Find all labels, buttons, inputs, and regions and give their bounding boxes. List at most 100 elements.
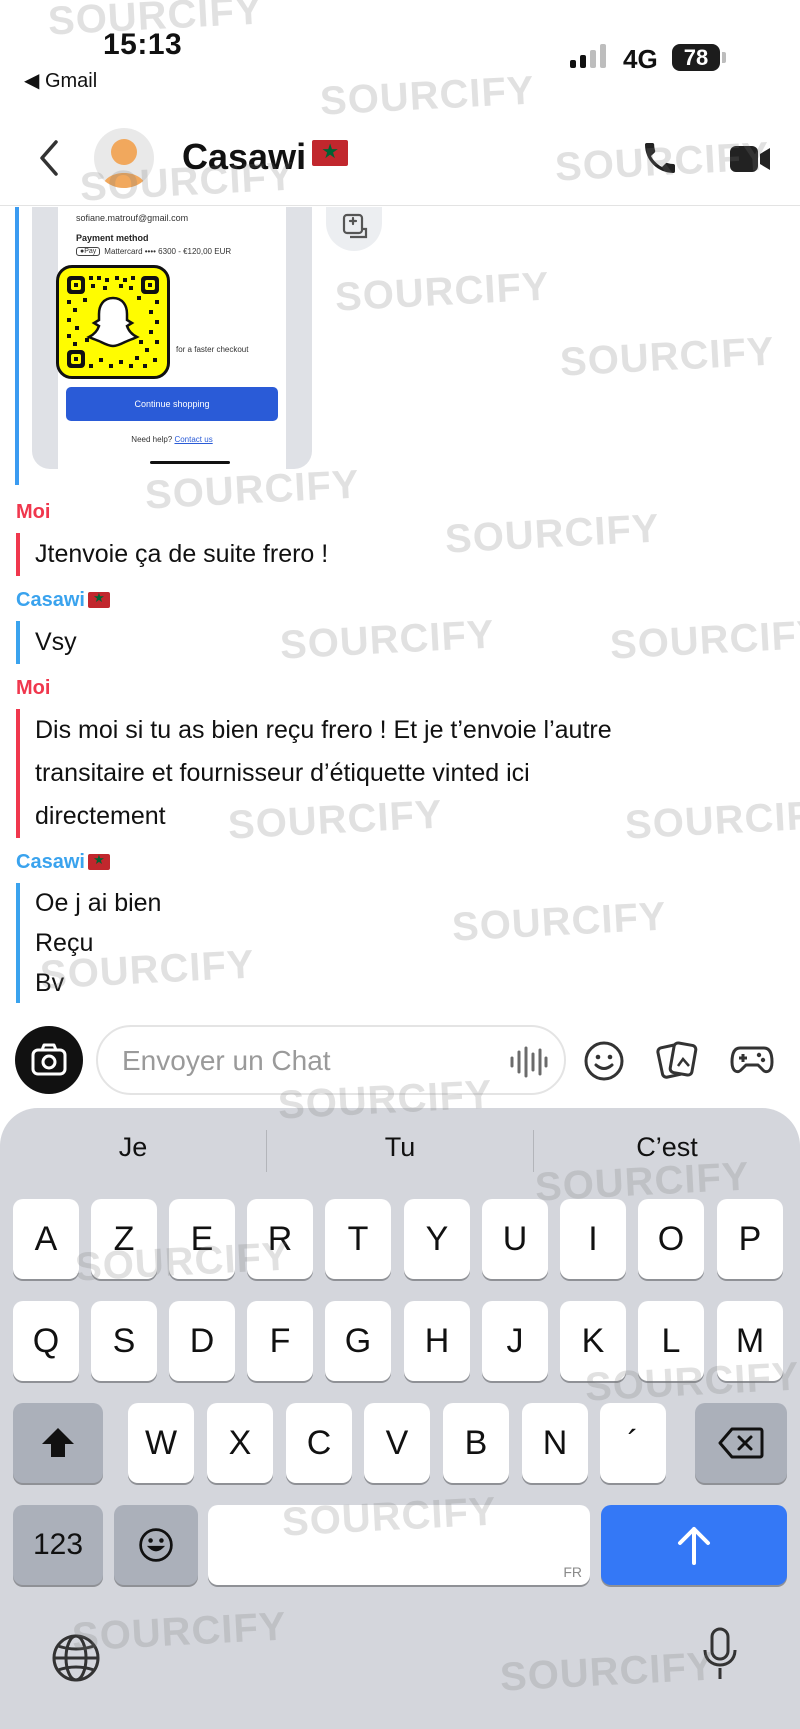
sender-label-them: Casawi (16, 589, 110, 612)
key-z[interactable]: Z (91, 1199, 157, 1279)
message-bubble[interactable]: Dis moi si tu as bien reçu frero ! Et je… (16, 709, 756, 838)
send-key[interactable] (601, 1505, 787, 1585)
morocco-flag-icon (87, 590, 110, 608)
message-bubble[interactable]: Oe j ai bien Reçu Bv (16, 883, 756, 1003)
message-text: Dis moi si tu as bien reçu frero ! Et je… (35, 716, 612, 744)
avatar[interactable] (94, 128, 154, 188)
key-g[interactable]: G (325, 1301, 391, 1381)
key-h[interactable]: H (404, 1301, 470, 1381)
message-bubble[interactable]: Jtenvoie ça de suite frero ! (16, 533, 756, 576)
key-b[interactable]: B (443, 1403, 509, 1483)
back-to-gmail-link[interactable]: ◀ Gmail (24, 68, 97, 93)
message-text: Vsy (35, 628, 77, 656)
sender-label-them: Casawi (16, 851, 110, 874)
language-indicator: FR (563, 1564, 582, 1580)
sender-name: Casawi (16, 589, 85, 611)
status-bar: 15:13 ◀ Gmail 4G 78 (0, 0, 800, 110)
key-u[interactable]: U (482, 1199, 548, 1279)
key-i[interactable]: I (560, 1199, 626, 1279)
key-t[interactable]: T (325, 1199, 391, 1279)
emoji-icon[interactable] (583, 1040, 625, 1082)
backspace-icon (718, 1427, 764, 1459)
contact-name-text: Casawi (182, 136, 307, 177)
battery-tip (722, 52, 726, 63)
screenshot-continue-button: Continue shopping (66, 387, 278, 421)
key-e[interactable]: E (169, 1199, 235, 1279)
key-s[interactable]: S (91, 1301, 157, 1381)
suggestion-2[interactable]: Tu (267, 1132, 533, 1163)
shared-screenshot[interactable]: sofiane.matrouf@gmail.com Payment method… (32, 207, 312, 469)
numbers-key[interactable]: 123 (13, 1505, 103, 1585)
key-j[interactable]: J (482, 1301, 548, 1381)
shift-icon (42, 1428, 74, 1457)
message-bubble[interactable]: Vsy (16, 621, 756, 664)
key-x[interactable]: X (207, 1403, 273, 1483)
screenshot-help: Need help? Contact us (58, 435, 286, 444)
key-k[interactable]: K (560, 1301, 626, 1381)
key-m[interactable]: M (717, 1301, 783, 1381)
camera-button[interactable] (15, 1026, 83, 1094)
sender-name: Casawi (16, 851, 85, 873)
signal-icon (570, 42, 606, 68)
key-a[interactable]: A (13, 1199, 79, 1279)
key-o[interactable]: O (638, 1199, 704, 1279)
key-r[interactable]: R (247, 1199, 313, 1279)
key-v[interactable]: V (364, 1403, 430, 1483)
message-text: Bv (35, 969, 65, 997)
emoji-key[interactable] (114, 1505, 198, 1585)
save-media-button[interactable] (326, 207, 382, 251)
game-controller-icon[interactable] (730, 1042, 774, 1080)
key-c[interactable]: C (286, 1403, 352, 1483)
suggestion-1[interactable]: Je (0, 1132, 266, 1163)
emoji-icon (139, 1528, 173, 1562)
key-l[interactable]: L (638, 1301, 704, 1381)
battery-icon: 78 (672, 44, 720, 71)
morocco-flag-icon (87, 852, 110, 870)
chat-input-bar (0, 1008, 800, 1118)
message-text: Oe j ai bien (35, 889, 162, 917)
media-message-bar (15, 207, 19, 485)
sender-label-me: Moi (16, 677, 51, 699)
chat-header: Casawi (0, 110, 800, 206)
microphone-icon[interactable] (700, 1626, 740, 1682)
key-p[interactable]: P (717, 1199, 783, 1279)
contact-name[interactable]: Casawi (182, 136, 349, 178)
key-y[interactable]: Y (404, 1199, 470, 1279)
morocco-flag-icon (312, 139, 349, 166)
memories-icon[interactable] (656, 1038, 700, 1082)
space-key[interactable]: FR (208, 1505, 590, 1585)
screenshot-help-text: Need help? (131, 435, 173, 444)
chat-input-field[interactable] (96, 1025, 566, 1095)
phone-icon[interactable] (640, 138, 680, 178)
screenshot-card-line: Mattercard •••• 6300 - €120,00 EUR (104, 247, 232, 256)
message-text: transitaire et fournisseur d’étiquette v… (35, 759, 530, 787)
suggestion-3[interactable]: C’est (534, 1132, 800, 1163)
message-text: Jtenvoie ça de suite frero ! (35, 540, 329, 568)
chevron-left-icon[interactable] (30, 134, 70, 182)
battery-level: 78 (683, 45, 709, 70)
shift-key[interactable] (13, 1403, 103, 1483)
message-text: Reçu (35, 929, 94, 957)
chat-area[interactable]: sofiane.matrouf@gmail.com Payment method… (0, 207, 800, 1007)
voice-note-icon[interactable] (508, 1045, 548, 1079)
keyboard: Je Tu C’est A Z E R T Y U I O P Q S D F … (0, 1108, 800, 1729)
key-n[interactable]: N (522, 1403, 588, 1483)
screenshot-faster-checkout: for a faster checkout (176, 345, 249, 354)
screenshot-contact-link: Contact us (174, 435, 213, 444)
suggestion-bar: Je Tu C’est (0, 1108, 800, 1196)
globe-icon[interactable] (50, 1632, 102, 1684)
screenshot-home-bar (150, 461, 230, 464)
network-type: 4G (623, 44, 658, 74)
key-q[interactable]: Q (13, 1301, 79, 1381)
video-icon[interactable] (728, 142, 772, 176)
key-accent[interactable]: ´ (600, 1403, 666, 1483)
key-f[interactable]: F (247, 1301, 313, 1381)
chat-input[interactable] (122, 1039, 482, 1083)
sender-label-me: Moi (16, 501, 51, 523)
snapcode-icon (56, 265, 170, 379)
delete-key[interactable] (695, 1403, 787, 1483)
key-d[interactable]: D (169, 1301, 235, 1381)
key-w[interactable]: W (128, 1403, 194, 1483)
message-text: directement (35, 802, 166, 830)
pay-badge: ●Pay (76, 247, 101, 256)
